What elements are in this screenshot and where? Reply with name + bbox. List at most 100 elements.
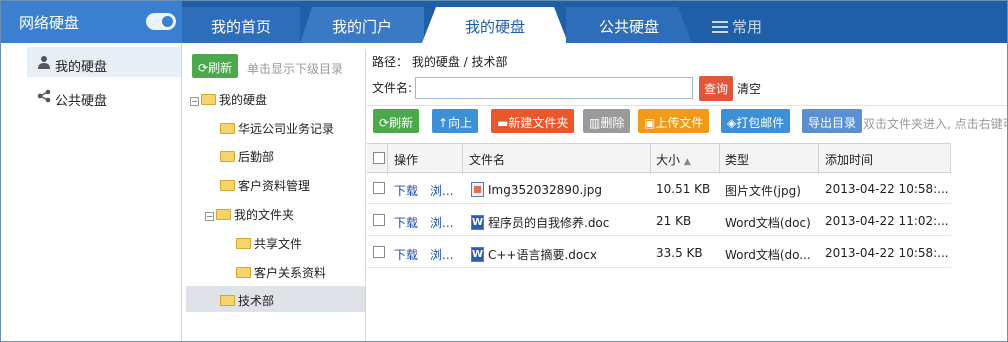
dropbox-icon: ◈ [727, 116, 737, 130]
tab-my-disk[interactable]: 我的硬盘 [422, 7, 568, 43]
select-all-checkbox[interactable] [373, 152, 385, 164]
tree-node-my-folder[interactable]: − 我的文件夹 [205, 200, 294, 226]
column-header-name[interactable]: 文件名 [469, 151, 505, 168]
sidebar-toggle[interactable] [146, 13, 176, 30]
divider [367, 105, 1007, 106]
row-checkbox[interactable] [373, 182, 385, 194]
toolbar-hint: 双击文件夹进入, 点击右键可 [863, 117, 1008, 131]
export-directory-button[interactable]: 导出目录 [802, 109, 863, 133]
file-name[interactable]: Img352032890.jpg [471, 182, 647, 197]
button-label: 导出目录 [808, 116, 857, 130]
download-link[interactable]: 下载 [394, 214, 418, 231]
up-button[interactable]: ↑向上 [432, 109, 479, 133]
tree-node-label: 后勤部 [238, 150, 275, 164]
file-time: 2013-04-22 11:02:... [825, 214, 949, 228]
tree-node-shared-files[interactable]: 共享文件 [236, 229, 302, 255]
tab-label: 公共硬盘 [598, 18, 659, 36]
row-checkbox[interactable] [373, 214, 385, 226]
tree-node-logistics[interactable]: 后勤部 [220, 142, 274, 168]
sidebar-item-label: 公共硬盘 [55, 94, 108, 109]
file-time: 2013-04-22 10:58:... [825, 182, 949, 196]
clear-button[interactable]: 清空 [737, 80, 761, 97]
file-time: 2013-04-22 10:58:... [825, 246, 949, 260]
table-row[interactable]: 下载 浏... 程序员的自我修养.doc 21 KB Word文档(doc) 2… [367, 205, 951, 236]
tab-common[interactable]: 常用 [694, 7, 794, 43]
file-name[interactable]: C++语言摘要.docx [471, 246, 647, 263]
table-row[interactable]: 下载 浏... C++语言摘要.docx 33.5 KB Word文档(do..… [367, 237, 951, 268]
filename-label: 文件名: [372, 81, 413, 95]
collapse-icon[interactable]: − [205, 212, 214, 221]
upload-button[interactable]: ▣上传文件 [638, 109, 710, 133]
tree-node-label: 我的硬盘 [219, 93, 268, 107]
tab-public-disk[interactable]: 公共硬盘 [566, 7, 692, 43]
column-header-label: 大小 [656, 153, 681, 167]
tab-label: 常用 [732, 18, 763, 36]
button-label: 上传文件 [655, 116, 704, 130]
tree-node-label: 技术部 [238, 294, 275, 308]
column-divider [719, 144, 720, 174]
folder-icon [201, 94, 216, 105]
refresh-icon: ⟳ [379, 116, 390, 130]
folder-plus-icon: ▬ [497, 116, 509, 130]
file-type: 图片文件(jpg) [725, 184, 801, 198]
tree-node-my-disk[interactable]: − 我的硬盘 [190, 85, 267, 111]
share-icon [37, 89, 51, 103]
browse-link[interactable]: 浏... [430, 214, 453, 231]
tree-node-huayuan[interactable]: 华远公司业务记录 [220, 114, 334, 140]
sidebar-item-my-disk[interactable]: 我的硬盘 [27, 47, 181, 77]
app-window: 网络硬盘 我的首页 我的门户 我的硬盘 公共硬盘 常用 我的硬盘 公共硬盘 ⟳刷… [0, 0, 1008, 342]
download-link[interactable]: 下载 [394, 246, 418, 263]
delete-button[interactable]: ▥删除 [583, 109, 631, 133]
new-folder-button[interactable]: ▬新建文件夹 [491, 109, 575, 133]
collapse-icon[interactable]: − [190, 97, 199, 106]
tree-node-customer-relations[interactable]: 客户关系资料 [236, 258, 326, 284]
file-name-text: 程序员的自我修养.doc [488, 216, 610, 230]
file-size: 33.5 KB [656, 246, 703, 260]
folder-icon [220, 151, 235, 162]
tree-hint: 单击显示下级目录 [247, 62, 344, 76]
tab-label: 我的首页 [210, 18, 271, 36]
search-button[interactable]: 查询 [699, 76, 734, 101]
refresh-button[interactable]: ⟳刷新 [373, 109, 420, 133]
user-icon [38, 56, 50, 69]
tree-node-tech-dept[interactable]: 技术部 [186, 286, 365, 312]
word-file-icon [471, 215, 484, 230]
file-size: 10.51 KB [656, 182, 711, 196]
file-type: Word文档(do... [725, 248, 811, 262]
table-header: 操作 文件名 大小 ▲ 类型 添加时间 [367, 143, 951, 174]
pack-mail-button[interactable]: ◈打包邮件 [721, 109, 791, 133]
file-type: Word文档(doc) [725, 216, 811, 230]
column-header-type[interactable]: 类型 [725, 151, 749, 168]
refresh-icon: ⟳ [198, 61, 209, 75]
folder-icon [220, 295, 235, 306]
browse-link[interactable]: 浏... [430, 182, 453, 199]
word-file-icon [471, 247, 484, 262]
sidebar-item-public-disk[interactable]: 公共硬盘 [27, 81, 181, 111]
file-browser: 路径： 我的硬盘 / 技术部 文件名: 查询 清空 ⟳刷新 ↑向上 ▬新建文件夹… [367, 49, 1008, 341]
tab-home[interactable]: 我的首页 [182, 7, 300, 43]
breadcrumb: 路径： 我的硬盘 / 技术部 [372, 55, 508, 69]
table-row[interactable]: 下载 浏... Img352032890.jpg 10.51 KB 图片文件(j… [367, 173, 951, 204]
column-divider [950, 144, 951, 174]
browse-link[interactable]: 浏... [430, 246, 453, 263]
column-header-size[interactable]: 大小 ▲ [656, 151, 691, 168]
file-name-text: Img352032890.jpg [488, 183, 602, 197]
button-label: 向上 [448, 116, 473, 130]
column-header-time[interactable]: 添加时间 [825, 151, 873, 168]
upload-icon: ▣ [644, 116, 656, 130]
tree-node-customer-data[interactable]: 客户资料管理 [220, 171, 310, 197]
tree-refresh-button[interactable]: ⟳刷新 [192, 54, 239, 78]
tab-portal[interactable]: 我的门户 [300, 7, 424, 43]
tree-node-label: 我的文件夹 [234, 208, 295, 222]
trash-icon: ▥ [589, 116, 601, 130]
folder-icon [220, 180, 235, 191]
file-size: 21 KB [656, 214, 692, 228]
menu-icon [712, 21, 728, 33]
filename-search-input[interactable] [415, 77, 693, 99]
column-divider [387, 144, 388, 174]
button-label: 新建文件夹 [508, 116, 569, 130]
row-checkbox[interactable] [373, 246, 385, 258]
download-link[interactable]: 下载 [394, 182, 418, 199]
file-name[interactable]: 程序员的自我修养.doc [471, 214, 647, 231]
folder-icon [220, 123, 235, 134]
